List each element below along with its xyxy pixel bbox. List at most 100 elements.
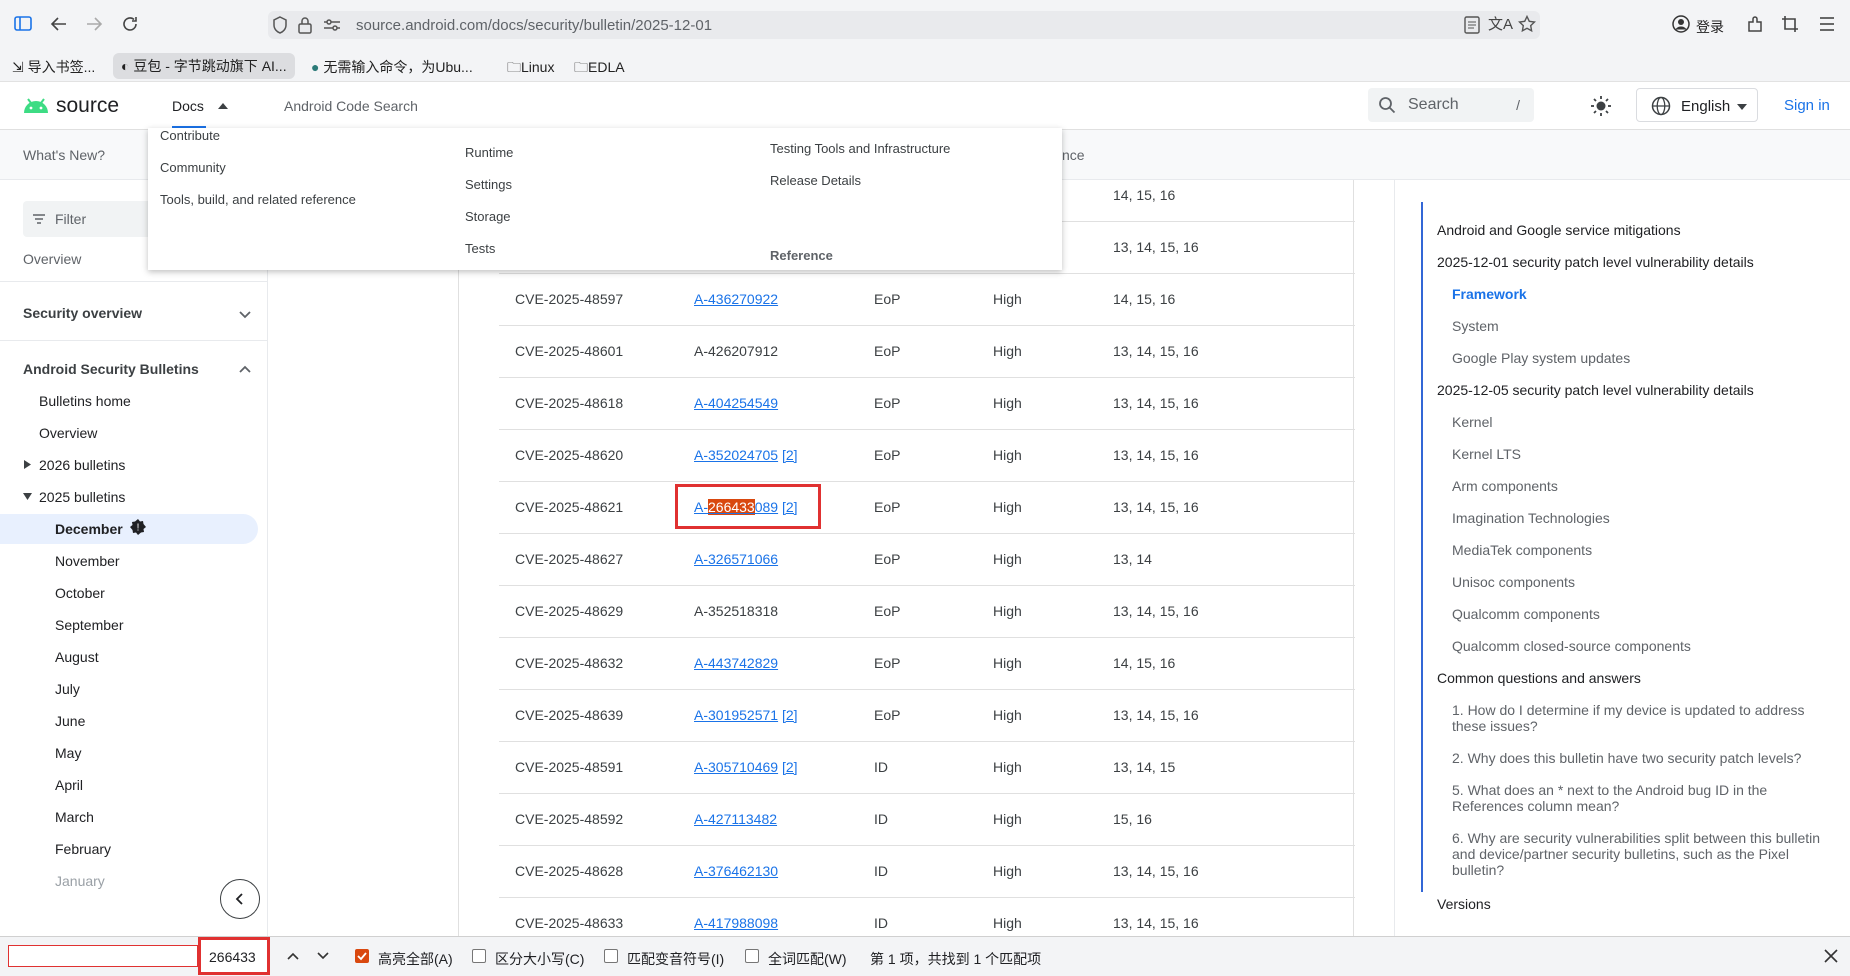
theme-toggle-icon[interactable] [1590,95,1612,117]
menu-icon[interactable] [1818,16,1836,32]
match-case-label[interactable]: 区分大小写(C) [495,949,584,969]
dropdown-item-storage[interactable]: Storage [465,209,511,224]
bug-reference-link[interactable]: A-417988098 [694,915,778,931]
toc-link[interactable]: Framework [1452,286,1832,302]
sidebar-toggle-icon[interactable] [14,14,32,32]
shield-icon[interactable] [272,16,288,34]
bookmark-ubuntu[interactable]: ● 无需输入命令，为Ubu... [311,57,473,77]
toc-link[interactable]: MediaTek components [1452,542,1832,558]
dropdown-item-testing-tools[interactable]: Testing Tools and Infrastructure [770,141,950,156]
toc-link[interactable]: Versions [1437,896,1491,912]
chevron-down-icon[interactable] [237,306,253,322]
toc-link[interactable]: 5. What does an * next to the Android bu… [1452,782,1832,814]
sidebar-item-october[interactable]: October [55,585,105,601]
toc-link[interactable]: Qualcomm closed-source components [1452,638,1832,654]
whats-new-link[interactable]: What's New? [23,147,105,163]
back-icon[interactable] [50,15,68,33]
bookmark-star-icon[interactable] [1518,15,1536,33]
dropdown-item-community[interactable]: Community [160,160,226,175]
lock-icon[interactable] [298,16,312,34]
toc-link[interactable]: 2025-12-01 security patch level vulnerab… [1437,254,1754,270]
forward-icon[interactable] [85,15,103,33]
expand-arrow-icon[interactable] [24,460,31,469]
account-icon[interactable] [1672,15,1690,33]
bug-reference-link[interactable]: A-427113482 [694,811,777,827]
sidebar-item-2026-bulletins[interactable]: 2026 bulletins [39,457,125,473]
toc-link[interactable]: 2. Why does this bulletin have two secur… [1452,750,1832,766]
sidebar-item-july[interactable]: July [55,681,80,697]
filter-input[interactable]: Filter [23,201,153,237]
find-previous-icon[interactable] [286,949,300,963]
bug-reference-link[interactable]: A-301952571 [694,707,778,723]
nav-docs[interactable]: Docs [172,98,204,114]
match-diacritics-checkbox[interactable] [604,949,618,963]
bug-reference-link[interactable]: A-404254549 [694,395,778,411]
sidebar-item-may[interactable]: May [55,745,81,761]
bug-reference-link[interactable]: A-352024705 [694,447,778,463]
dropdown-item-runtime[interactable]: Runtime [465,145,513,160]
highlight-all-label[interactable]: 高亮全部(A) [378,949,453,969]
sidebar-item-june[interactable]: June [55,713,85,729]
extensions-icon[interactable] [1746,15,1764,33]
bookmark-edla[interactable]: 🗀EDLA [574,57,625,81]
sidebar-section-security-overview[interactable]: Security overview [23,305,142,321]
sidebar-item-april[interactable]: April [55,777,83,793]
sidebar-section-bulletins[interactable]: Android Security Bulletins [23,361,199,377]
screenshot-icon[interactable] [1781,15,1799,33]
search-input[interactable]: Search / [1368,88,1534,122]
additional-reference-link[interactable]: [2] [782,447,798,463]
toc-link[interactable]: Kernel LTS [1452,446,1832,462]
toc-link[interactable]: 1. How do I determine if my device is up… [1452,702,1832,734]
whole-words-label[interactable]: 全词匹配(W) [768,949,847,969]
dropdown-item-tools[interactable]: Tools, build, and related reference [160,192,356,207]
sidebar-item-february[interactable]: February [55,841,111,857]
find-bar-left-field[interactable] [8,945,198,967]
sidebar-item-december[interactable]: December [55,521,123,537]
sign-in-link[interactable]: Sign in [1784,97,1830,114]
reader-view-icon[interactable] [1464,16,1480,34]
additional-reference-link[interactable]: [2] [782,707,798,723]
sidebar-item-march[interactable]: March [55,809,94,825]
translate-icon[interactable]: 文A [1488,16,1513,34]
caret-up-icon[interactable] [218,103,228,109]
bug-reference-link[interactable]: A-305710469 [694,759,778,775]
sidebar-item-bulletins-home[interactable]: Bulletins home [39,393,131,409]
match-diacritics-label[interactable]: 匹配变音符号(I) [627,949,724,969]
bug-reference-link[interactable]: A-436270922 [694,291,778,307]
toc-link[interactable]: Kernel [1452,414,1832,430]
toc-link[interactable]: Arm components [1452,478,1832,494]
whole-words-checkbox[interactable] [745,949,759,963]
dropdown-item-release-details[interactable]: Release Details [770,173,861,188]
toc-link[interactable]: System [1452,318,1832,334]
language-selector[interactable]: English [1636,88,1758,122]
reload-icon[interactable] [121,15,139,33]
find-next-icon[interactable] [316,949,330,963]
highlight-all-checkbox[interactable] [355,949,369,963]
sidebar-item-september[interactable]: September [55,617,123,633]
toc-link[interactable]: Common questions and answers [1437,670,1641,686]
subnav-reference-link[interactable]: nce [1062,147,1085,163]
toc-link[interactable]: Android and Google service mitigations [1437,222,1681,238]
site-permissions-icon[interactable] [323,17,341,33]
sidebar-item-january[interactable]: January [55,873,105,889]
nav-android-code-search[interactable]: Android Code Search [284,98,418,114]
match-case-checkbox[interactable] [472,949,486,963]
chevron-up-icon[interactable] [237,362,253,378]
additional-reference-link[interactable]: [2] [782,759,798,775]
find-input[interactable]: 266433 [198,937,270,975]
bookmark-import[interactable]: ⇲ 导入书签... [12,57,95,77]
sidebar-item-2025-bulletins[interactable]: 2025 bulletins [39,489,125,505]
android-logo-icon[interactable] [23,97,49,113]
url-text[interactable]: source.android.com/docs/security/bulleti… [356,17,712,34]
sidebar-item-november[interactable]: November [55,553,120,569]
collapse-arrow-icon[interactable] [23,493,32,500]
sidebar-item-august[interactable]: August [55,649,99,665]
site-logo[interactable]: source [56,94,119,118]
dropdown-item-tests[interactable]: Tests [465,241,495,256]
sidebar-item-overview-cut[interactable]: Overview [23,251,81,267]
bug-reference-link[interactable]: A-443742829 [694,655,778,671]
bookmark-linux[interactable]: 🗀Linux [507,57,554,81]
toc-link[interactable]: Qualcomm components [1452,606,1832,622]
bug-reference-link[interactable]: A-326571066 [694,551,778,567]
login-label[interactable]: 登录 [1696,17,1724,37]
